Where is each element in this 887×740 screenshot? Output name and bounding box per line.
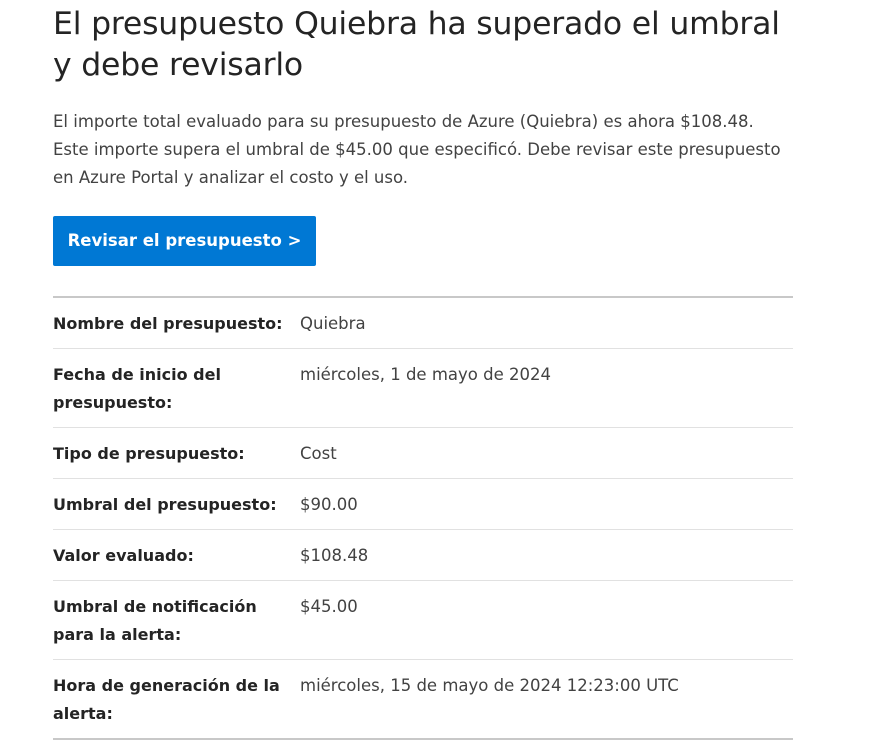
detail-label: Umbral del presupuesto:: [53, 495, 277, 514]
detail-label: Fecha de inicio del presupuesto:: [53, 365, 221, 412]
detail-row-budget-threshold: Umbral del presupuesto: $90.00: [53, 478, 793, 529]
review-budget-button[interactable]: Revisar el presupuesto >: [53, 216, 316, 266]
detail-row-alert-time: Hora de generación de la alerta: miércol…: [53, 659, 793, 738]
detail-row-budget-type: Tipo de presupuesto: Cost: [53, 427, 793, 478]
detail-value: $108.48: [300, 546, 369, 565]
detail-row-evaluated-value: Valor evaluado: $108.48: [53, 529, 793, 580]
budget-alert-email: El presupuesto Quiebra ha superado el um…: [53, 0, 793, 740]
detail-label: Valor evaluado:: [53, 546, 194, 565]
detail-row-start-date: Fecha de inicio del presupuesto: miércol…: [53, 348, 793, 427]
intro-paragraph: El importe total evaluado para su presup…: [53, 112, 781, 187]
detail-label: Hora de generación de la alerta:: [53, 676, 280, 723]
detail-value: Cost: [300, 444, 337, 463]
detail-row-alert-threshold: Umbral de notificación para la alerta: $…: [53, 580, 793, 659]
detail-label: Tipo de presupuesto:: [53, 444, 245, 463]
detail-value: miércoles, 1 de mayo de 2024: [300, 365, 551, 384]
detail-value: $90.00: [300, 495, 358, 514]
detail-label: Nombre del presupuesto:: [53, 314, 283, 333]
detail-value: $45.00: [300, 597, 358, 616]
detail-value: miércoles, 15 de mayo de 2024 12:23:00 U…: [300, 676, 679, 695]
detail-label: Umbral de notificación para la alerta:: [53, 597, 257, 644]
budget-details-table: Nombre del presupuesto: Quiebra Fecha de…: [53, 296, 793, 740]
detail-value: Quiebra: [300, 314, 366, 333]
detail-row-budget-name: Nombre del presupuesto: Quiebra: [53, 298, 793, 348]
page-title: El presupuesto Quiebra ha superado el um…: [53, 6, 780, 83]
